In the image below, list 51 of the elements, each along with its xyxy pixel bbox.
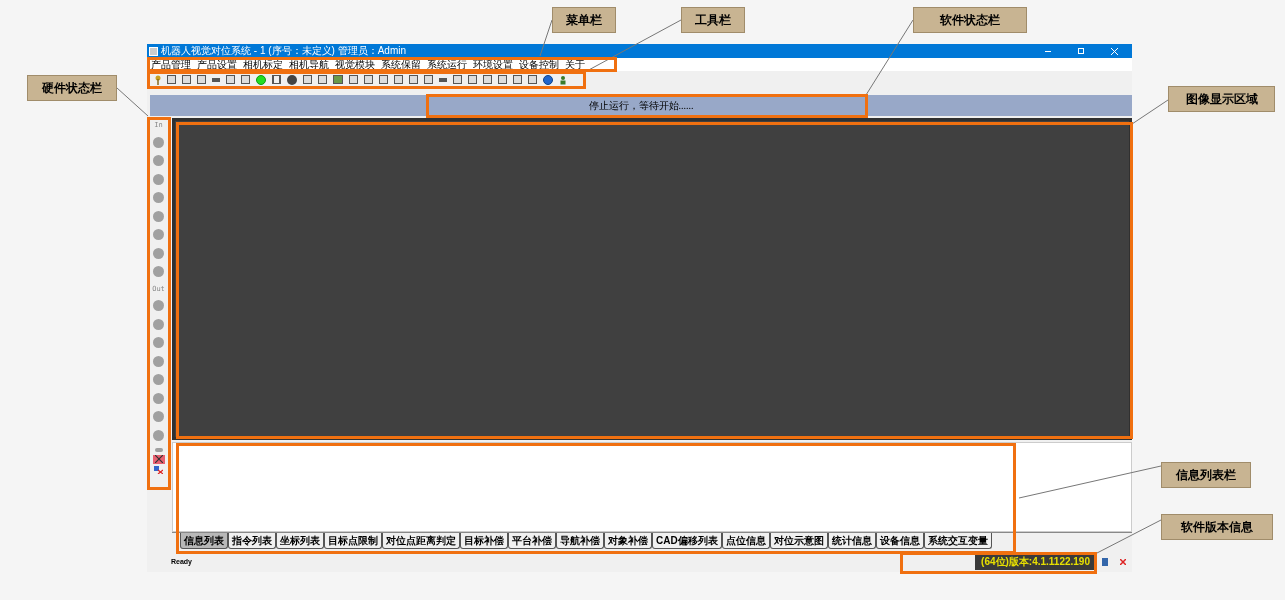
callout-label: 图像显示区域 — [1168, 86, 1275, 112]
run-status-text: 停止运行，等待开始...... — [588, 99, 694, 113]
menu-item[interactable]: 相机标定 — [243, 58, 283, 71]
tab[interactable]: 目标补偿 — [460, 533, 508, 549]
callout-label: 软件版本信息 — [1161, 514, 1273, 540]
callout-label: 信息列表栏 — [1161, 462, 1251, 488]
menu-item[interactable]: 设备控制 — [519, 58, 559, 71]
tab[interactable]: 统计信息 — [827, 533, 876, 549]
window-title: 机器人视觉对位系统 - 1 (序号：未定义) 管理员：Admin — [161, 45, 406, 57]
disconnected-icon — [152, 454, 165, 464]
restore-icon[interactable] — [1078, 48, 1084, 54]
tab[interactable]: 导航补偿 — [556, 533, 604, 549]
minimize-icon[interactable] — [1045, 50, 1051, 52]
menu-item[interactable]: 系统运行 — [427, 58, 467, 71]
leader-line — [1131, 99, 1169, 125]
callout-label: 硬件状态栏 — [27, 75, 117, 101]
columns-icon[interactable] — [272, 75, 281, 84]
menu-item[interactable]: 相机导航 — [289, 58, 329, 71]
person-icon[interactable] — [559, 74, 567, 85]
menu-item[interactable]: 系统保留 — [381, 58, 421, 71]
bar-icon[interactable] — [439, 77, 447, 82]
menu-item[interactable]: 视觉模块 — [335, 58, 375, 71]
tab[interactable]: 坐标列表 — [276, 533, 324, 549]
callout-label: 菜单栏 — [552, 7, 616, 33]
leader-line — [539, 19, 553, 57]
menu-item[interactable]: 环境设置 — [473, 58, 513, 71]
tab[interactable]: 设备信息 — [875, 533, 924, 549]
tab[interactable]: 对位示意图 — [769, 533, 828, 549]
tab[interactable]: 对位点距离判定 — [382, 533, 460, 549]
tab[interactable]: 目标点限制 — [324, 533, 382, 549]
close-icon[interactable] — [1120, 559, 1126, 565]
callout-label: 工具栏 — [681, 7, 745, 33]
menu-item[interactable]: 关于 — [565, 58, 585, 71]
tab[interactable]: 系统交互变量 — [923, 533, 992, 549]
menu-item[interactable]: 产品管理 — [151, 58, 191, 71]
leader-line — [1096, 519, 1162, 554]
tab[interactable]: 平台补偿 — [508, 533, 556, 549]
tab[interactable]: 点位信息 — [721, 533, 770, 549]
tab[interactable]: 对象补偿 — [604, 533, 652, 549]
app-icon — [149, 46, 158, 56]
globe-icon[interactable] — [543, 74, 553, 85]
bar-icon — [154, 448, 163, 452]
bar-icon[interactable] — [212, 77, 220, 82]
menu-item[interactable]: 产品设置 — [197, 58, 237, 71]
tab[interactable]: 指令列表 — [228, 533, 276, 549]
tab[interactable]: 信息列表 — [180, 533, 228, 549]
network-error-icon — [154, 466, 163, 474]
tab[interactable]: CAD偏移列表 — [652, 533, 722, 549]
leader-line — [116, 87, 149, 117]
callout-label: 软件状态栏 — [913, 7, 1027, 33]
key-icon[interactable] — [155, 74, 161, 85]
